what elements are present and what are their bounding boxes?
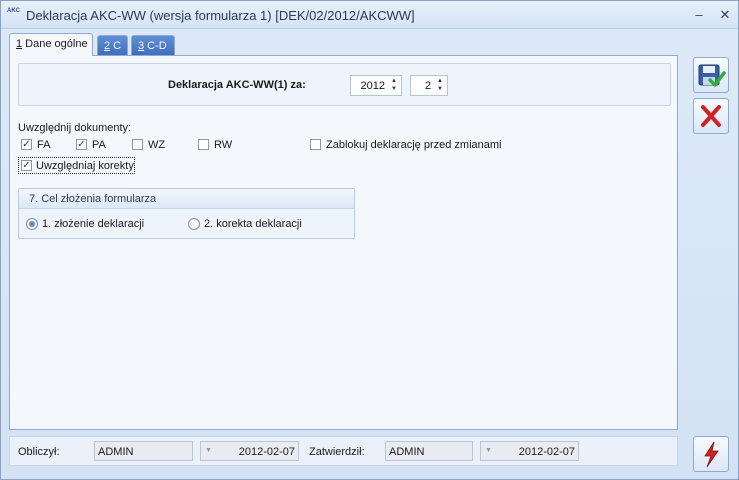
stepper-arrows-icon[interactable]: ▲ ▼ <box>389 77 399 94</box>
stepper-arrows-icon[interactable]: ▲ ▼ <box>435 77 445 94</box>
documents-label: Uwzględnij dokumenty: <box>18 122 132 134</box>
declaration-label: Deklaracja AKC-WW(1) za: <box>168 79 306 91</box>
checkbox-pa-label: PA <box>92 139 106 151</box>
checkbox-lock-declaration[interactable] <box>310 139 321 150</box>
calculated-date-value: 2012-02-07 <box>238 446 295 458</box>
tab-label: C <box>110 40 122 52</box>
calculate-button[interactable] <box>693 436 729 472</box>
checkbox-rw-label: RW <box>214 139 233 151</box>
save-confirm-icon <box>698 64 726 87</box>
calculated-date-field[interactable]: ▼ 2012-02-07 <box>200 441 299 461</box>
approved-by-label: Zatwierdził: <box>309 446 365 458</box>
year-stepper[interactable]: 2012 ▲ ▼ <box>350 75 402 96</box>
tab-label: C-D <box>144 40 167 52</box>
approved-date-field[interactable]: ▼ 2012-02-07 <box>480 441 579 461</box>
title-bar: AKC Deklaracja AKC-WW (wersja formularza… <box>1 1 738 29</box>
checkbox-wz[interactable] <box>132 139 143 150</box>
footer-bar: Obliczył: ADMIN ▼ 2012-02-07 Zatwierdził… <box>9 436 678 466</box>
lock-declaration-label: Zablokuj deklarację przed zmianami <box>326 139 502 151</box>
radio-submission[interactable] <box>26 218 38 230</box>
cancel-x-icon <box>701 105 721 127</box>
declaration-window: AKC Deklaracja AKC-WW (wersja formularza… <box>0 0 739 480</box>
window-title: Deklaracja AKC-WW (wersja formularza 1) … <box>26 8 415 23</box>
calculated-by-field: ADMIN <box>94 441 193 461</box>
year-value: 2012 <box>360 80 385 92</box>
radio-correction[interactable] <box>188 218 200 230</box>
save-button[interactable] <box>693 57 729 93</box>
include-corrections-label: Uwzględniaj korekty <box>36 160 134 172</box>
radio-correction-label: 2. korekta deklaracji <box>204 218 302 230</box>
purpose-group-title: 7. Cel złożenia formularza <box>19 189 354 209</box>
general-data-panel: Deklaracja AKC-WW(1) za: 2012 ▲ ▼ 2 ▲ ▼ Uw… <box>9 55 678 430</box>
tab-dane-ogolne[interactable]: 1 Dane ogólne <box>9 33 93 56</box>
app-logo-icon: AKC <box>7 8 20 14</box>
cancel-button[interactable] <box>693 98 729 134</box>
approved-date-value: 2012-02-07 <box>518 446 575 458</box>
month-stepper[interactable]: 2 ▲ ▼ <box>410 75 448 96</box>
month-value: 2 <box>424 80 431 92</box>
minimize-icon[interactable]: – <box>691 7 707 23</box>
lightning-icon <box>704 441 719 468</box>
dropdown-icon[interactable]: ▼ <box>205 447 212 454</box>
checkbox-fa-label: FA <box>37 139 51 151</box>
checkbox-fa[interactable]: ✓ <box>21 139 32 150</box>
tab-c[interactable]: 2 C <box>97 35 128 55</box>
approved-by-field: ADMIN <box>385 441 473 461</box>
tab-label: Dane ogólne <box>22 38 88 50</box>
checkbox-include-corrections[interactable]: ✓ <box>21 160 32 171</box>
dropdown-icon[interactable]: ▼ <box>485 447 492 454</box>
calculated-by-label: Obliczył: <box>18 446 60 458</box>
period-header: Deklaracja AKC-WW(1) za: 2012 ▲ ▼ 2 ▲ ▼ <box>18 63 671 106</box>
checkbox-pa[interactable]: ✓ <box>76 139 87 150</box>
close-icon[interactable]: ✕ <box>717 7 733 23</box>
checkbox-wz-label: WZ <box>148 139 166 151</box>
tab-c-d[interactable]: 3 C-D <box>131 35 175 55</box>
checkbox-rw[interactable] <box>198 139 209 150</box>
purpose-group: 7. Cel złożenia formularza 1. złożenie d… <box>18 188 355 239</box>
radio-submission-label: 1. złożenie deklaracji <box>42 218 145 230</box>
